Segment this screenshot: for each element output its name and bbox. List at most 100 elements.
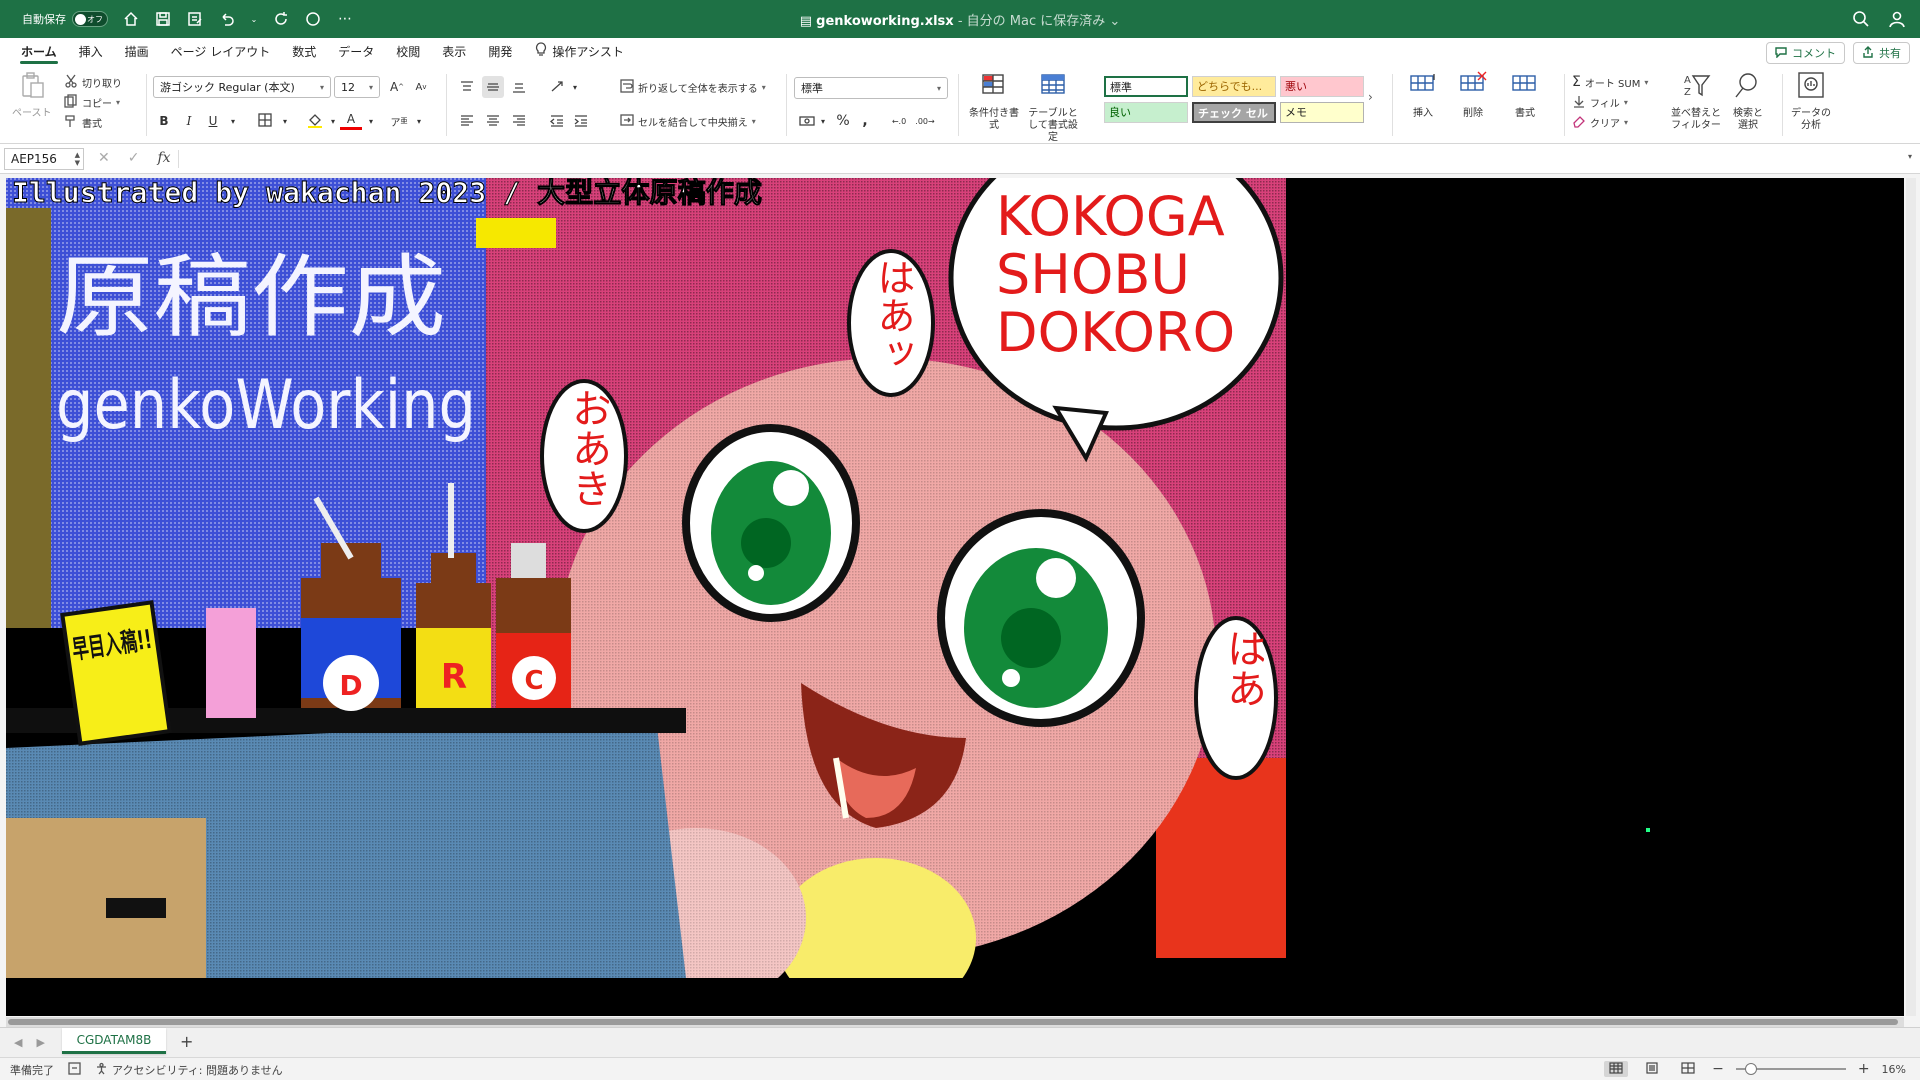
style-note[interactable]: メモ: [1280, 102, 1364, 123]
prev-sheet-icon[interactable]: ◀: [14, 1036, 22, 1049]
format-painter-button[interactable]: 書式: [64, 112, 122, 132]
undo-icon[interactable]: [218, 10, 236, 28]
zoom-level[interactable]: 16%: [1882, 1063, 1906, 1076]
conditional-format-button[interactable]: 条件付き書式: [966, 70, 1022, 132]
chevron-down-icon[interactable]: ▾: [222, 110, 244, 132]
circle-icon[interactable]: [304, 10, 322, 28]
chevron-down-icon[interactable]: ▾: [360, 110, 382, 132]
insert-function-icon[interactable]: fx: [157, 150, 170, 166]
account-icon[interactable]: [1888, 10, 1906, 31]
autosave-control[interactable]: 自動保存 オフ: [22, 11, 108, 27]
formula-input[interactable]: [186, 147, 1890, 171]
save-icon[interactable]: [154, 10, 172, 28]
comments-button[interactable]: コメント: [1766, 42, 1845, 64]
zoom-out-icon[interactable]: −: [1712, 1061, 1724, 1077]
font-size-select[interactable]: 12 ▾: [334, 76, 380, 98]
redo-icon[interactable]: [272, 10, 290, 28]
style-normal[interactable]: 標準: [1104, 76, 1188, 97]
decrease-indent-button[interactable]: [546, 110, 568, 132]
font-color-button[interactable]: A: [340, 110, 362, 130]
share-button[interactable]: 共有: [1853, 42, 1910, 64]
spinner-icon[interactable]: ▲ ▼: [75, 151, 80, 167]
wrap-text-button[interactable]: 折り返して全体を表示する ▾: [620, 77, 766, 97]
save-as-icon[interactable]: [186, 10, 204, 28]
tab-view[interactable]: 表示: [431, 38, 477, 66]
bold-button[interactable]: B: [153, 110, 175, 132]
merge-center-button[interactable]: セルを結合して中央揃え ▾: [620, 111, 756, 131]
chevron-down-icon[interactable]: ▾: [564, 76, 586, 98]
format-cells-button[interactable]: 書式: [1502, 70, 1548, 120]
chevron-down-icon[interactable]: ▾: [116, 98, 120, 107]
chevron-right-icon[interactable]: ›: [1368, 90, 1373, 104]
style-bad[interactable]: 悪い: [1280, 76, 1364, 97]
percent-button[interactable]: %: [832, 110, 854, 132]
tab-home[interactable]: ホーム: [10, 38, 68, 66]
macro-record-icon[interactable]: [68, 1062, 81, 1078]
next-sheet-icon[interactable]: ▶: [36, 1036, 44, 1049]
zoom-slider[interactable]: [1735, 1061, 1846, 1077]
tab-review[interactable]: 校閲: [385, 38, 431, 66]
align-middle-button[interactable]: [482, 76, 504, 98]
insert-cells-button[interactable]: 挿入: [1400, 70, 1446, 120]
sort-filter-button[interactable]: AZ 並べ替えとフィルター: [1668, 70, 1724, 132]
more-icon[interactable]: ⋯: [336, 10, 354, 28]
cut-button[interactable]: 切り取り: [64, 72, 122, 92]
analyze-data-button[interactable]: データの分析: [1786, 70, 1836, 132]
tab-tell-me[interactable]: 操作アシスト: [523, 38, 635, 66]
tab-page-layout[interactable]: ページ レイアウト: [160, 38, 282, 66]
decrease-decimal-button[interactable]: .00→: [914, 110, 936, 132]
undo-dropdown-icon[interactable]: ⌄: [250, 10, 258, 28]
clear-button[interactable]: クリア ▾: [1572, 112, 1648, 132]
find-select-button[interactable]: 検索と選択: [1728, 70, 1768, 132]
home-icon[interactable]: [122, 10, 140, 28]
phonetic-button[interactable]: ア亜: [388, 110, 410, 132]
tab-insert[interactable]: 挿入: [68, 38, 114, 66]
tab-draw[interactable]: 描画: [114, 38, 160, 66]
zoom-in-icon[interactable]: +: [1858, 1061, 1870, 1077]
name-box[interactable]: AEP156 ▲ ▼: [4, 148, 84, 170]
italic-button[interactable]: I: [178, 110, 200, 132]
increase-decimal-button[interactable]: ←.0: [888, 110, 910, 132]
align-bottom-button[interactable]: [508, 76, 530, 98]
number-format-select[interactable]: 標準 ▾: [794, 77, 948, 99]
font-family-select[interactable]: 游ゴシック Regular (本文) ▾: [153, 76, 331, 98]
search-icon[interactable]: [1852, 10, 1870, 31]
autosave-toggle[interactable]: オフ: [72, 11, 108, 27]
style-neutral[interactable]: どちらでも...: [1192, 76, 1276, 97]
style-good[interactable]: 良い: [1104, 102, 1188, 123]
sheet-tab-cgdatam8b[interactable]: CGDATAM8B: [62, 1028, 166, 1054]
tab-developer[interactable]: 開発: [477, 38, 523, 66]
comma-button[interactable]: ,: [854, 110, 876, 132]
chevron-down-icon[interactable]: ▾: [274, 110, 296, 132]
underline-button[interactable]: U: [202, 110, 224, 132]
style-check-cell[interactable]: チェック セル: [1192, 102, 1276, 123]
chevron-down-icon[interactable]: ⌄: [1109, 14, 1120, 29]
zoom-knob[interactable]: [1745, 1063, 1758, 1075]
horizontal-scrollbar[interactable]: [6, 1017, 1904, 1027]
chevron-down-icon[interactable]: ▾: [812, 110, 834, 132]
vertical-scrollbar[interactable]: [1906, 178, 1916, 1016]
increase-font-button[interactable]: A ^: [386, 76, 408, 98]
autosum-button[interactable]: Σ オート SUM ▾: [1572, 72, 1648, 92]
normal-view-button[interactable]: [1604, 1061, 1629, 1077]
align-right-button[interactable]: [508, 110, 530, 132]
decrease-font-button[interactable]: Av: [410, 76, 432, 98]
copy-button[interactable]: コピー ▾: [64, 92, 122, 112]
tab-formulas[interactable]: 数式: [281, 38, 327, 66]
chevron-down-icon[interactable]: ▾: [408, 110, 430, 132]
cancel-icon[interactable]: ✕: [98, 150, 110, 166]
increase-indent-button[interactable]: [570, 110, 592, 132]
add-sheet-button[interactable]: +: [180, 1032, 193, 1051]
accessibility-status[interactable]: アクセシビリティ: 問題ありません: [95, 1062, 283, 1078]
page-layout-view-button[interactable]: [1640, 1061, 1664, 1077]
paste-button[interactable]: ペースト: [12, 70, 52, 120]
align-left-button[interactable]: [456, 110, 478, 132]
fill-button[interactable]: フィル ▾: [1572, 92, 1648, 112]
expand-formula-icon[interactable]: ▾: [1908, 152, 1912, 161]
scroll-thumb[interactable]: [8, 1019, 1898, 1025]
page-break-view-button[interactable]: [1676, 1061, 1700, 1077]
sheet-canvas[interactable]: 早目入稿!! D R C Illustrated by wakachan 202…: [6, 178, 1904, 1016]
worksheet-area[interactable]: 早目入稿!! D R C Illustrated by wakachan 202…: [0, 174, 1920, 1027]
delete-cells-button[interactable]: 削除: [1450, 70, 1496, 120]
enter-icon[interactable]: ✓: [128, 150, 140, 166]
